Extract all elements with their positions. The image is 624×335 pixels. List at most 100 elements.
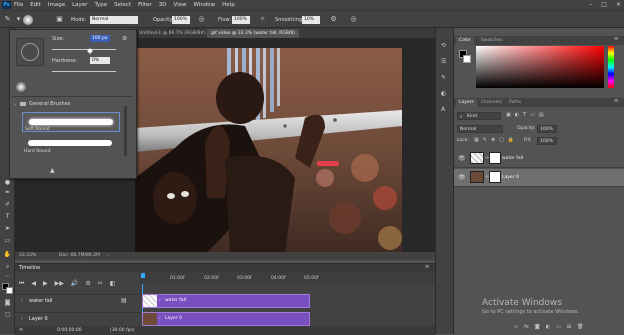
scrollbar[interactable]	[124, 106, 127, 156]
brush-settings-icon[interactable]: ▣	[55, 15, 64, 24]
layer-mask-thumbnail[interactable]	[489, 152, 501, 164]
size-slider[interactable]	[52, 49, 116, 50]
menu-help[interactable]: Help	[222, 2, 235, 8]
menu-type[interactable]: Type	[94, 2, 107, 8]
tab-channels[interactable]: Channels	[478, 99, 505, 107]
panel-resize-icon[interactable]: ▲	[50, 167, 55, 174]
play-icon[interactable]: ▶	[43, 280, 48, 288]
document-canvas-photo[interactable]	[135, 48, 402, 254]
fx-icon[interactable]: fx	[524, 324, 529, 330]
layer-row-water-fall[interactable]: 👁 ∞ water fall	[454, 150, 624, 168]
chevron-down-icon[interactable]: ›	[14, 102, 16, 108]
tab-swatches[interactable]: Swatches	[478, 37, 506, 45]
convert-icon[interactable]: ⟲	[19, 328, 23, 333]
layer-opacity-field[interactable]: 100%	[537, 125, 557, 133]
panel-menu-icon[interactable]: ≡	[425, 264, 429, 270]
chevron-right-icon[interactable]: ›	[21, 316, 23, 322]
brush-soft-round[interactable]: Soft Round	[22, 112, 120, 132]
menu-edit[interactable]: Edit	[30, 2, 41, 8]
lock-all-icon[interactable]: 🔒	[508, 137, 514, 143]
chevron-down-icon[interactable]: ▾	[14, 15, 23, 24]
more-tools-icon[interactable]: ⋯	[3, 272, 12, 281]
eye-icon[interactable]: 👁	[458, 155, 466, 162]
color-field[interactable]	[476, 46, 604, 88]
adjustment-layer-icon[interactable]: ◐	[546, 324, 550, 330]
adjust-icon[interactable]: ◐	[441, 90, 446, 97]
background-color-swatch[interactable]	[6, 287, 13, 294]
tab-gif-video[interactable]: gif video @ 33.3% (water fall, RGB/8)	[207, 29, 300, 38]
type-filter-icon[interactable]: T	[523, 112, 526, 118]
smoothing-field[interactable]: 10%	[302, 16, 320, 24]
hardness-field[interactable]: 0%	[90, 57, 110, 64]
blend-mode-select[interactable]: Normal	[457, 125, 503, 133]
clip-water-fall[interactable]: › water fall	[142, 294, 310, 308]
brush-icon[interactable]: ✎	[441, 74, 446, 81]
shape-filter-icon[interactable]: ▭	[530, 112, 535, 118]
airbrush-icon[interactable]: ✧	[258, 15, 267, 24]
film-icon[interactable]: ▤	[121, 297, 127, 304]
zoom-tool-icon[interactable]: ⌕	[3, 262, 12, 271]
group-icon[interactable]: ▭	[556, 324, 561, 330]
minimize-icon[interactable]: –	[589, 1, 592, 8]
settings-icon[interactable]: ⚙	[85, 280, 90, 288]
previous-frame-icon[interactable]: ◀	[31, 280, 36, 288]
maximize-icon[interactable]: □	[601, 1, 607, 8]
transition-icon[interactable]: ◧	[110, 280, 116, 288]
menu-view[interactable]: View	[173, 2, 186, 8]
history-icon[interactable]: ⟲	[441, 42, 446, 49]
flow-field[interactable]: 100%	[232, 16, 250, 24]
track-header-layer-0[interactable]: › Layer 0	[15, 312, 140, 325]
type-tool-icon[interactable]: T	[3, 212, 12, 221]
lock-artboard-icon[interactable]: ▢	[499, 137, 504, 143]
lock-paint-icon[interactable]: ✎	[483, 137, 487, 143]
pen-tool-icon[interactable]: ✒	[3, 188, 12, 197]
lock-pixels-icon[interactable]: ▦	[474, 137, 479, 143]
screen-mode-icon[interactable]: ▢	[3, 310, 12, 319]
mode-select[interactable]: Normal	[90, 16, 138, 24]
menu-3d[interactable]: 3D	[159, 2, 167, 8]
audio-icon[interactable]: 🔊	[71, 280, 78, 288]
smart-filter-icon[interactable]: ▤	[539, 112, 544, 118]
menu-select[interactable]: Select	[114, 2, 131, 8]
character-icon[interactable]: A	[441, 106, 445, 113]
rectangle-tool-icon[interactable]: ▭	[3, 236, 12, 245]
properties-icon[interactable]: ☰	[441, 58, 446, 65]
image-filter-icon[interactable]: ▣	[506, 112, 511, 118]
gear-icon[interactable]: ⚙	[329, 15, 338, 24]
burn-tool-icon[interactable]: ●	[3, 178, 12, 187]
menu-window[interactable]: Window	[193, 2, 215, 8]
quick-mask-icon[interactable]: ◙	[3, 298, 12, 307]
recent-brush-icon[interactable]	[16, 82, 26, 92]
hue-slider[interactable]	[608, 46, 614, 88]
add-mask-icon[interactable]: ◙	[535, 324, 540, 330]
menu-image[interactable]: Image	[48, 2, 65, 8]
panel-menu-icon[interactable]: ≡	[614, 98, 618, 104]
menu-file[interactable]: File	[14, 2, 23, 8]
zoom-level[interactable]: 33.33%	[19, 252, 36, 260]
eye-icon[interactable]: 👁	[458, 174, 466, 181]
brush-tool-icon[interactable]: ✎	[3, 15, 12, 24]
playhead[interactable]	[141, 273, 145, 278]
next-frame-icon[interactable]: ▶▶	[55, 280, 64, 288]
brush-preset-picker[interactable]	[23, 15, 33, 25]
brush-hard-round[interactable]: Hard Round	[22, 134, 120, 154]
new-layer-icon[interactable]: ⊞	[567, 324, 571, 330]
panel-menu-icon[interactable]: ≡	[614, 36, 618, 42]
tab-color[interactable]: Color	[456, 37, 474, 45]
layer-row-layer-0[interactable]: 👁 ∞ Layer 0	[454, 169, 624, 187]
background-color-swatch[interactable]	[463, 55, 471, 63]
gear-icon[interactable]: ⚙	[122, 35, 127, 42]
adjustment-filter-icon[interactable]: ◐	[515, 112, 519, 118]
pressure-opacity-icon[interactable]: ◎	[197, 15, 206, 24]
tab-layers[interactable]: Layers	[456, 99, 477, 107]
menu-filter[interactable]: Filter	[138, 2, 152, 8]
clip-layer-0[interactable]: › Layer 0	[142, 312, 310, 326]
tab-paths[interactable]: Paths	[506, 99, 524, 107]
path-selection-icon[interactable]: ➤	[3, 224, 12, 233]
chevron-right-icon[interactable]: ›	[107, 252, 109, 260]
opacity-field[interactable]: 100%	[172, 16, 190, 24]
tab-untitled-1[interactable]: Untitled-1 @ 66.7% (RGB/8#)	[135, 29, 210, 38]
pressure-size-icon[interactable]: ◎	[349, 15, 358, 24]
pen-tool-icon-2[interactable]: ✐	[3, 200, 12, 209]
fill-field[interactable]: 100%	[537, 137, 557, 145]
